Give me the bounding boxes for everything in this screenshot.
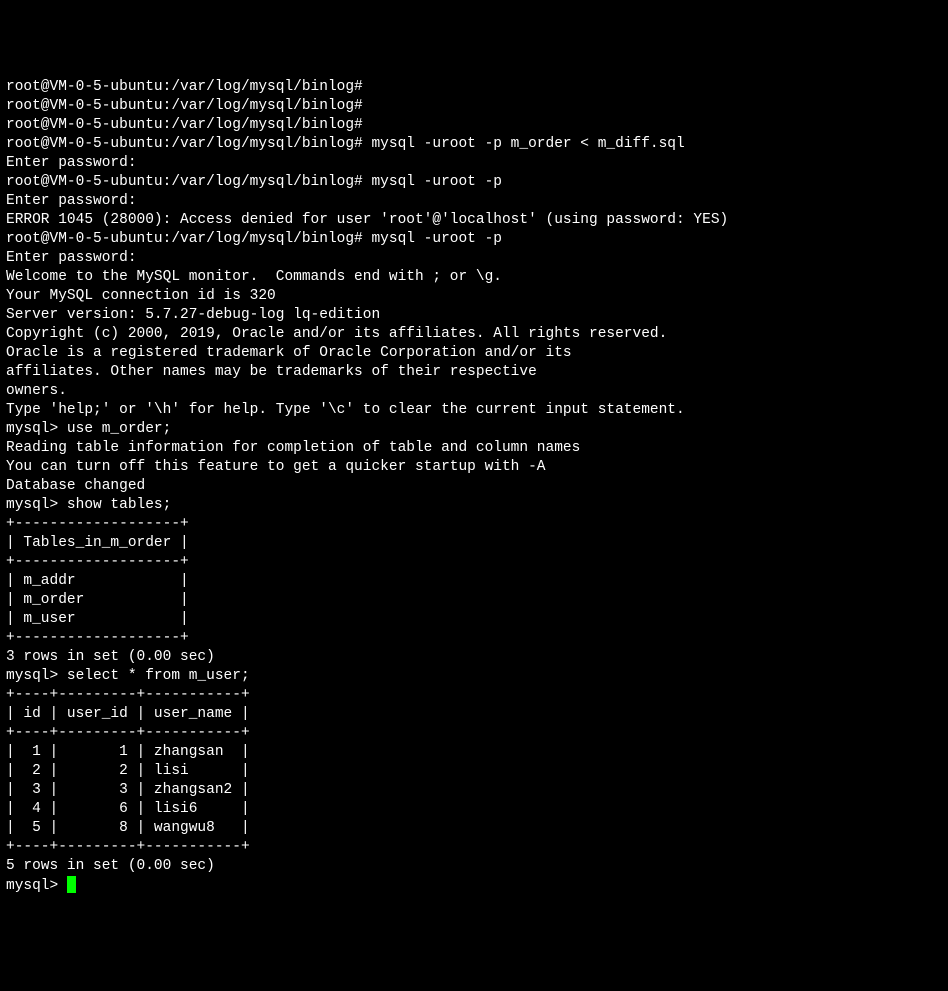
terminal-line: +-------------------+ — [6, 515, 942, 534]
terminal-line: +----+---------+-----------+ — [6, 838, 942, 857]
terminal-line: | 2 | 2 | lisi | — [6, 762, 942, 781]
terminal-line: +----+---------+-----------+ — [6, 686, 942, 705]
terminal-output[interactable]: root@VM-0-5-ubuntu:/var/log/mysql/binlog… — [6, 78, 942, 896]
terminal-line: root@VM-0-5-ubuntu:/var/log/mysql/binlog… — [6, 173, 942, 192]
terminal-line: You can turn off this feature to get a q… — [6, 458, 942, 477]
terminal-line: | 4 | 6 | lisi6 | — [6, 800, 942, 819]
terminal-line: Enter password: — [6, 154, 942, 173]
terminal-line: Enter password: — [6, 249, 942, 268]
terminal-line: Enter password: — [6, 192, 942, 211]
terminal-line: ERROR 1045 (28000): Access denied for us… — [6, 211, 942, 230]
terminal-line: Server version: 5.7.27-debug-log lq-edit… — [6, 306, 942, 325]
terminal-line: +-------------------+ — [6, 629, 942, 648]
terminal-line: | 5 | 8 | wangwu8 | — [6, 819, 942, 838]
terminal-line: mysql> use m_order; — [6, 420, 942, 439]
terminal-line: root@VM-0-5-ubuntu:/var/log/mysql/binlog… — [6, 78, 942, 97]
terminal-line: +----+---------+-----------+ — [6, 724, 942, 743]
terminal-line: 5 rows in set (0.00 sec) — [6, 857, 942, 876]
terminal-line: mysql> select * from m_user; — [6, 667, 942, 686]
terminal-line: | Tables_in_m_order | — [6, 534, 942, 553]
terminal-line: mysql> — [6, 876, 942, 896]
terminal-line: Oracle is a registered trademark of Orac… — [6, 344, 942, 363]
terminal-line: Copyright (c) 2000, 2019, Oracle and/or … — [6, 325, 942, 344]
terminal-line: root@VM-0-5-ubuntu:/var/log/mysql/binlog… — [6, 116, 942, 135]
terminal-line: | id | user_id | user_name | — [6, 705, 942, 724]
cursor — [67, 876, 76, 893]
terminal-line: 3 rows in set (0.00 sec) — [6, 648, 942, 667]
terminal-line: Type 'help;' or '\h' for help. Type '\c'… — [6, 401, 942, 420]
terminal-line: | m_addr | — [6, 572, 942, 591]
terminal-line: owners. — [6, 382, 942, 401]
terminal-line: root@VM-0-5-ubuntu:/var/log/mysql/binlog… — [6, 97, 942, 116]
terminal-line: | m_order | — [6, 591, 942, 610]
terminal-line: Welcome to the MySQL monitor. Commands e… — [6, 268, 942, 287]
terminal-line: Database changed — [6, 477, 942, 496]
terminal-line: mysql> show tables; — [6, 496, 942, 515]
terminal-line: +-------------------+ — [6, 553, 942, 572]
terminal-line: | 1 | 1 | zhangsan | — [6, 743, 942, 762]
terminal-line: root@VM-0-5-ubuntu:/var/log/mysql/binlog… — [6, 135, 942, 154]
terminal-line: Reading table information for completion… — [6, 439, 942, 458]
terminal-line: | 3 | 3 | zhangsan2 | — [6, 781, 942, 800]
terminal-line: | m_user | — [6, 610, 942, 629]
terminal-line: Your MySQL connection id is 320 — [6, 287, 942, 306]
terminal-line: affiliates. Other names may be trademark… — [6, 363, 942, 382]
terminal-line: root@VM-0-5-ubuntu:/var/log/mysql/binlog… — [6, 230, 942, 249]
